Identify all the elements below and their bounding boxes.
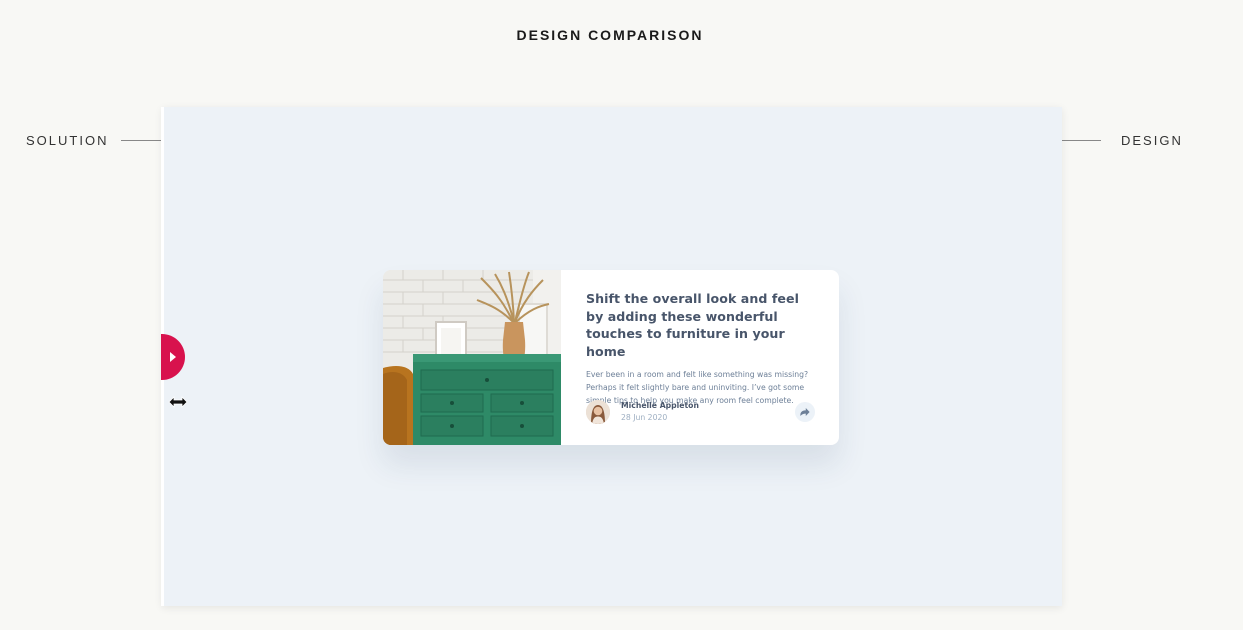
caret-right-icon bbox=[170, 352, 176, 362]
furniture-image bbox=[383, 270, 561, 445]
furniture-illustration bbox=[383, 270, 561, 445]
article-preview-card: Shift the overall look and feel by addin… bbox=[383, 270, 839, 445]
share-icon bbox=[800, 408, 810, 416]
avatar-portrait bbox=[586, 400, 610, 424]
article-title[interactable]: Shift the overall look and feel by addin… bbox=[586, 290, 815, 360]
design-label-line bbox=[1061, 140, 1101, 141]
card-content: Shift the overall look and feel by addin… bbox=[561, 270, 839, 445]
publish-date: 28 Jun 2020 bbox=[621, 413, 668, 422]
author-name: Michelle Appleton bbox=[621, 401, 699, 410]
page-title: DESIGN COMPARISON bbox=[516, 27, 704, 43]
author-info: Michelle Appleton 28 Jun 2020 bbox=[586, 400, 699, 424]
solution-label-line bbox=[121, 140, 161, 141]
author-avatar bbox=[586, 400, 610, 424]
design-label: DESIGN bbox=[1121, 133, 1183, 148]
solution-label: SOLUTION bbox=[26, 133, 109, 148]
resize-horizontal-cursor-icon bbox=[168, 396, 188, 408]
share-button[interactable] bbox=[795, 402, 815, 422]
